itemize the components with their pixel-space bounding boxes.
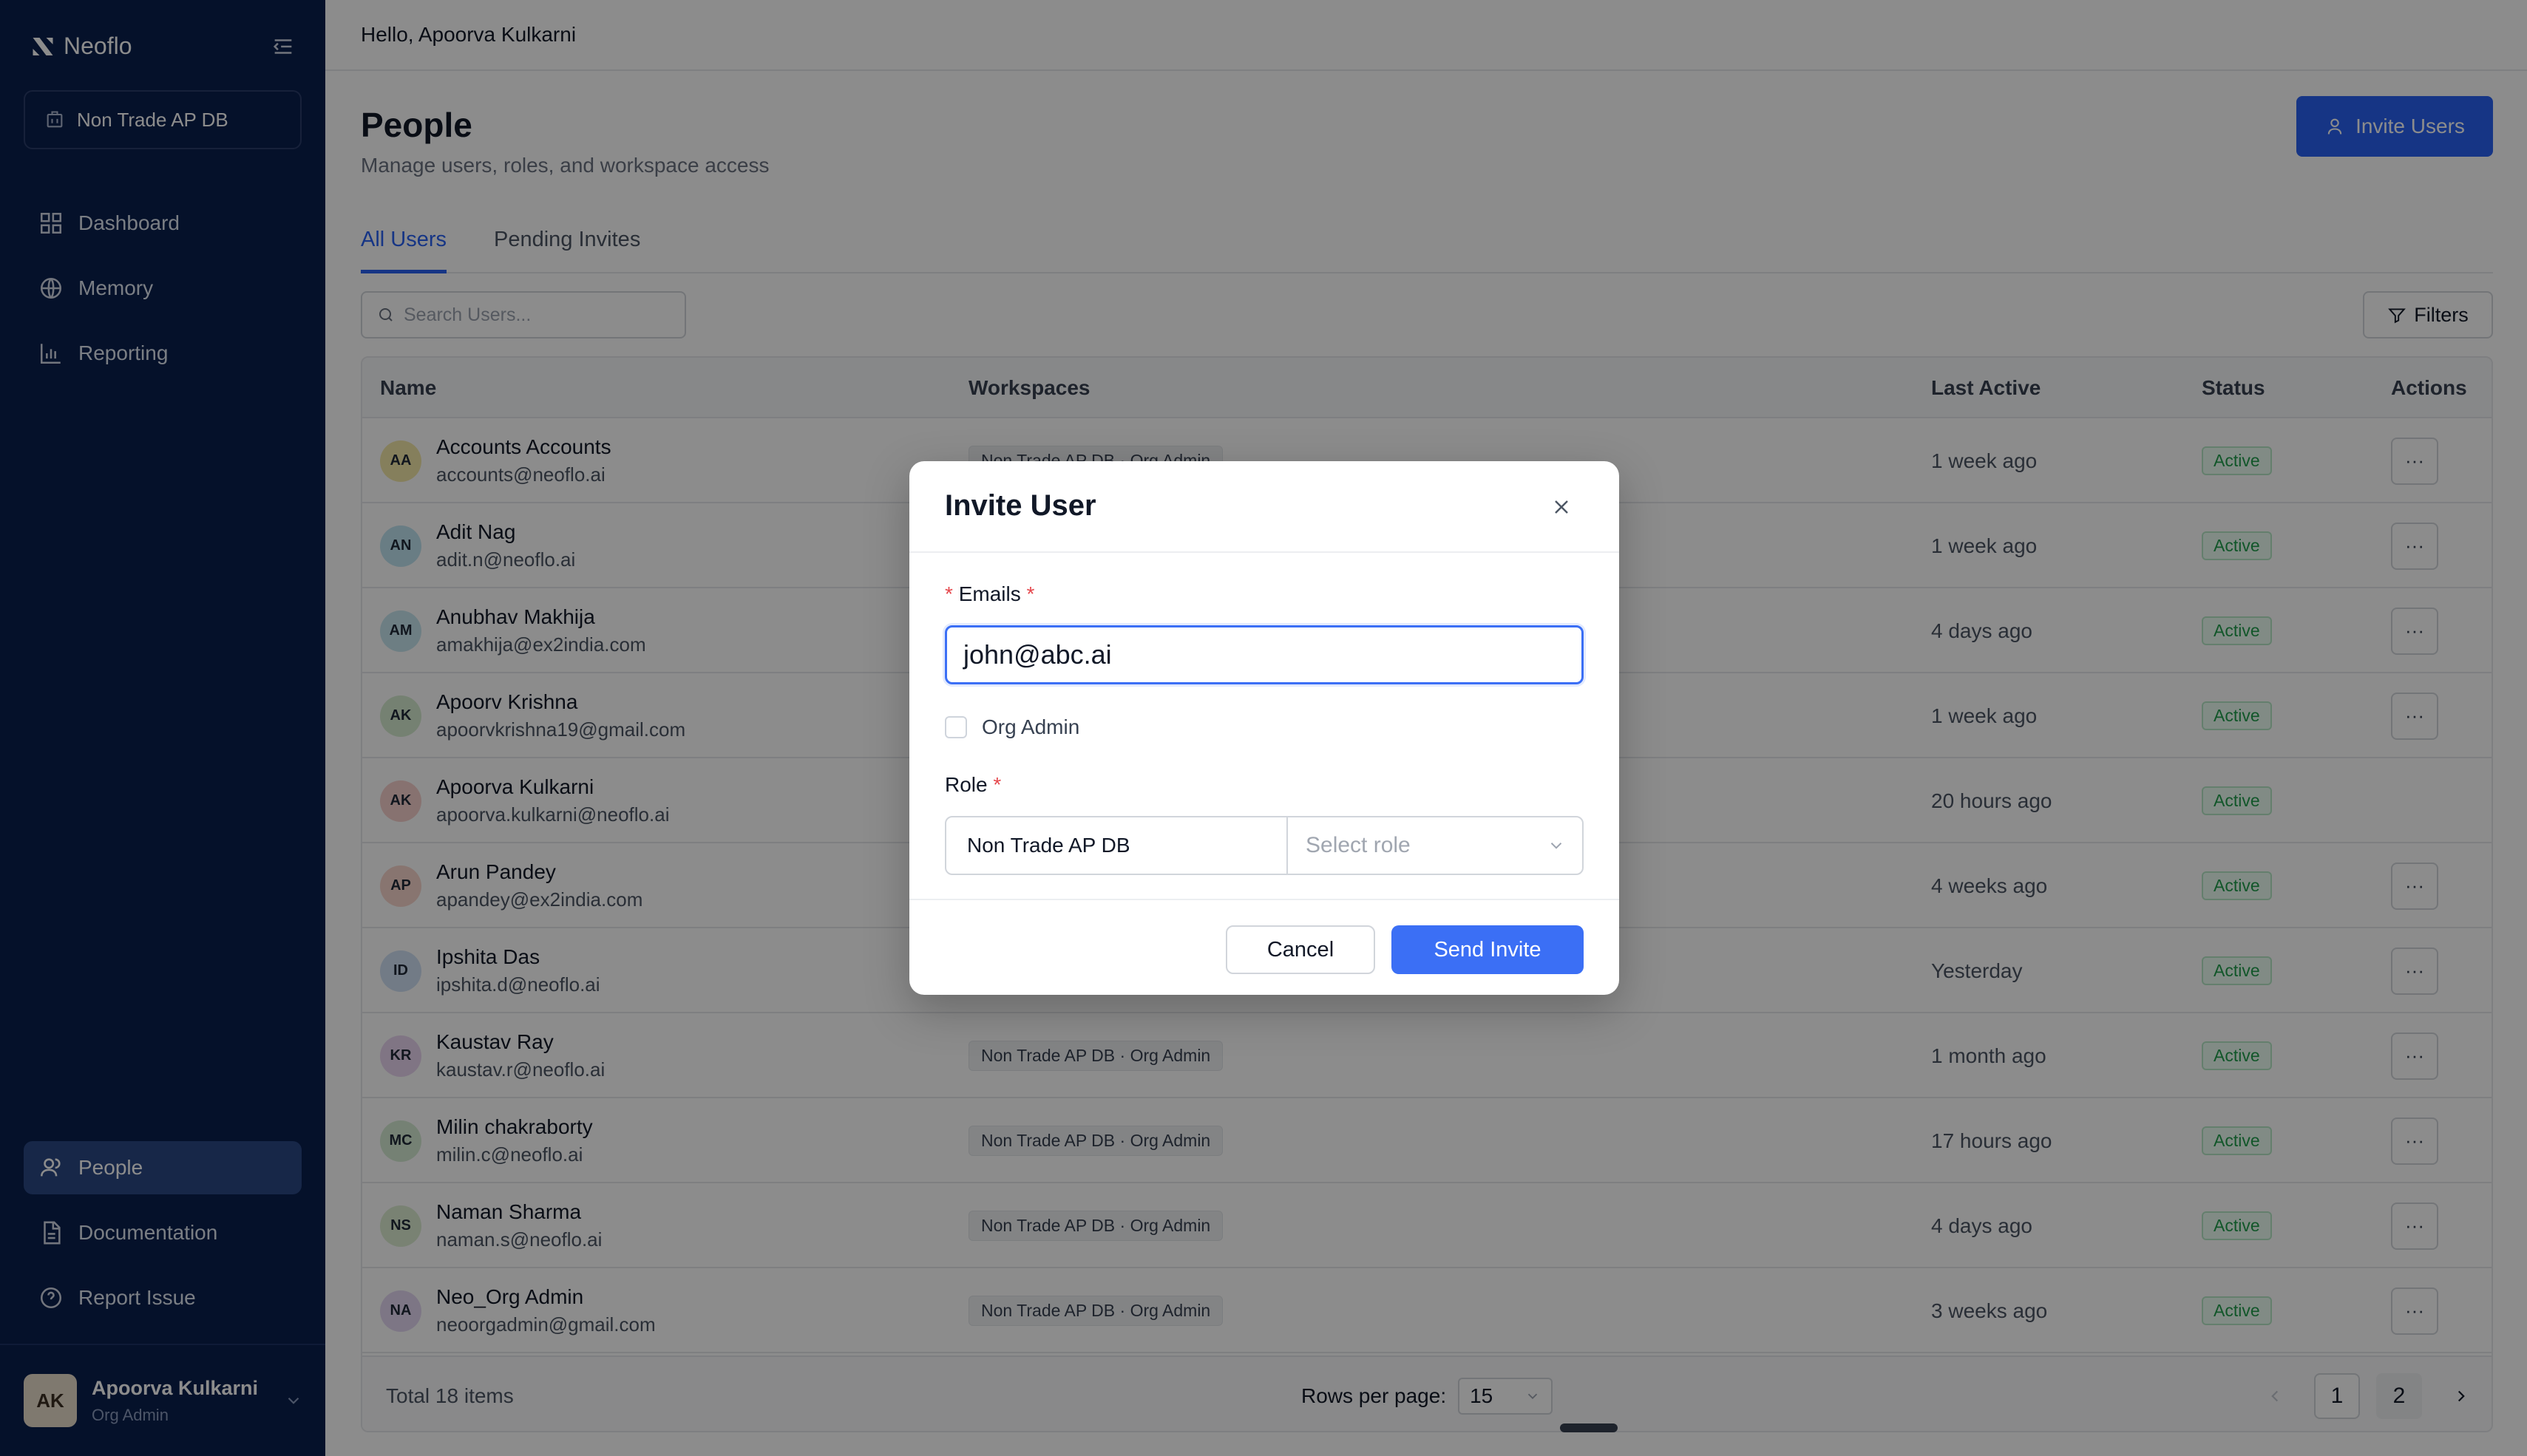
role-workspace: Non Trade AP DB — [946, 817, 1288, 874]
invite-user-dialog: Invite User * Emails * john@abc.ai Org A… — [909, 461, 1619, 995]
dialog-header: Invite User — [909, 461, 1619, 553]
role-label-text: Role — [945, 773, 988, 796]
cancel-button[interactable]: Cancel — [1226, 925, 1375, 974]
role-label: Role * — [945, 773, 1001, 797]
required-marker: * — [987, 773, 1002, 796]
role-placeholder: Select role — [1306, 833, 1411, 857]
emails-label-text: Emails — [958, 582, 1021, 605]
chevron-down-icon — [1550, 843, 1562, 849]
emails-field[interactable]: john@abc.ai — [945, 625, 1584, 684]
role-select[interactable]: Select role — [1288, 817, 1582, 874]
close-button[interactable] — [1547, 492, 1576, 522]
role-row: Non Trade AP DB Select role — [945, 816, 1584, 875]
required-marker: * — [1020, 582, 1035, 605]
dialog-footer: Cancel Send Invite — [909, 899, 1619, 995]
close-icon — [1555, 500, 1568, 514]
org-admin-option[interactable]: Org Admin — [945, 715, 1079, 739]
required-marker: * — [945, 582, 959, 605]
emails-label: * Emails * — [945, 582, 1034, 606]
org-admin-label: Org Admin — [982, 715, 1080, 738]
dialog-title: Invite User — [945, 489, 1096, 522]
send-invite-button[interactable]: Send Invite — [1391, 925, 1584, 974]
org-admin-checkbox[interactable] — [945, 716, 967, 738]
